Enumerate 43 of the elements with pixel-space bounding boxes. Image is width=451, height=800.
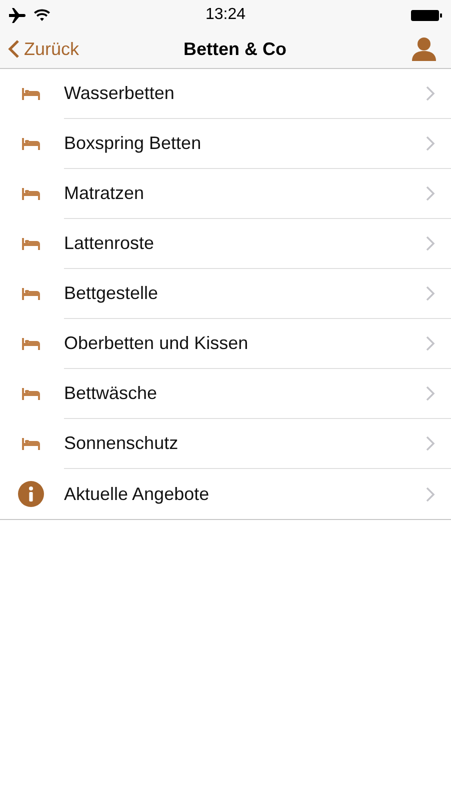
chevron-right-icon bbox=[426, 336, 435, 351]
list-item[interactable]: Sonnenschutz bbox=[0, 419, 451, 469]
chevron-right-icon bbox=[426, 236, 435, 251]
chevron-right-icon bbox=[426, 186, 435, 201]
status-time: 13:24 bbox=[205, 6, 246, 24]
item-label: Aktuelle Angebote bbox=[64, 484, 210, 504]
list-item[interactable]: Lattenroste bbox=[0, 219, 451, 269]
person-icon[interactable] bbox=[410, 36, 437, 62]
bed-icon bbox=[22, 338, 40, 350]
battery-icon bbox=[410, 8, 443, 22]
list-item[interactable]: Bettgestelle bbox=[0, 269, 451, 319]
list-item[interactable]: Wasserbetten bbox=[0, 69, 451, 119]
chevron-right-icon bbox=[426, 486, 435, 502]
bed-icon bbox=[22, 238, 40, 250]
bed-icon bbox=[22, 438, 40, 450]
wifi-icon bbox=[34, 8, 50, 22]
back-button[interactable]: Zurück bbox=[8, 38, 80, 60]
airplane-icon bbox=[8, 7, 28, 23]
item-label: Sonnenschutz bbox=[64, 433, 178, 454]
chevron-right-icon bbox=[426, 136, 435, 151]
bed-icon bbox=[22, 88, 40, 100]
list-item[interactable]: Oberbetten und Kissen bbox=[0, 319, 451, 369]
item-label: Boxspring Betten bbox=[64, 133, 202, 154]
list-item[interactable]: Boxspring Betten bbox=[0, 119, 451, 169]
back-chevron-icon bbox=[8, 39, 20, 59]
info-icon bbox=[18, 481, 44, 507]
chevron-right-icon bbox=[426, 86, 435, 101]
list-item[interactable]: Bettwäsche bbox=[0, 369, 451, 419]
item-label: Matratzen bbox=[64, 183, 144, 204]
chevron-right-icon bbox=[426, 286, 435, 301]
item-label: Bettwäsche bbox=[64, 383, 158, 404]
bed-icon bbox=[22, 288, 40, 300]
chevron-right-icon bbox=[426, 436, 435, 451]
bed-icon bbox=[22, 188, 40, 200]
chevron-right-icon bbox=[426, 386, 435, 401]
item-label: Bettgestelle bbox=[64, 283, 158, 304]
bed-icon bbox=[22, 138, 40, 150]
bed-icon bbox=[22, 388, 40, 400]
list-item[interactable]: Matratzen bbox=[0, 169, 451, 219]
item-label: Lattenroste bbox=[64, 233, 154, 254]
item-label: Wasserbetten bbox=[64, 83, 174, 104]
nav-title: Betten & Co bbox=[184, 38, 286, 60]
item-label: Oberbetten und Kissen bbox=[64, 333, 248, 354]
